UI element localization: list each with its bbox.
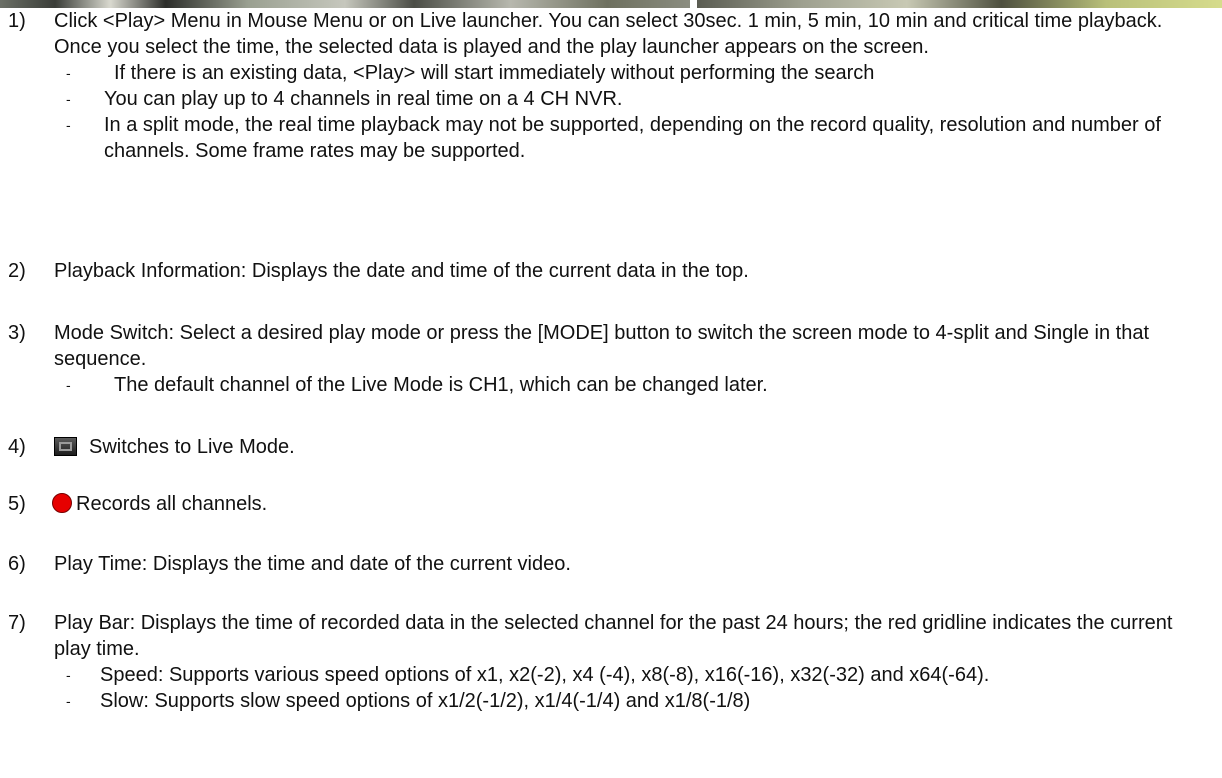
sub-item-text: Slow: Supports slow speed options of x1/…	[100, 690, 751, 712]
list-item-3: 3) Mode Switch: Select a desired play mo…	[8, 320, 1204, 398]
dash-bullet: -	[66, 65, 71, 81]
sub-item: - In a split mode, the real time playbac…	[54, 112, 1204, 164]
sub-item-text: The default channel of the Live Mode is …	[114, 374, 768, 396]
list-item-1: 1) Click <Play> Menu in Mouse Menu or on…	[8, 8, 1204, 164]
item-text: Play Time: Displays the time and date of…	[54, 553, 571, 575]
sub-item-text: You can play up to 4 channels in real ti…	[104, 88, 623, 110]
item-text: Records all channels.	[76, 493, 268, 515]
item-text: Mode Switch: Select a desired play mode …	[54, 322, 1149, 370]
list-item-4: 4) Switches to Live Mode.	[8, 434, 1204, 460]
top-photo-strip	[0, 0, 1222, 8]
sub-item: - The default channel of the Live Mode i…	[54, 372, 1204, 398]
item-number: 4)	[8, 436, 26, 458]
sub-item: - You can play up to 4 channels in real …	[54, 86, 1204, 112]
dash-bullet: -	[66, 91, 71, 107]
live-mode-icon	[54, 437, 77, 456]
item-text: Click <Play> Menu in Mouse Menu or on Li…	[54, 10, 1163, 58]
list-item-6: 6) Play Time: Displays the time and date…	[8, 551, 1204, 577]
sub-item: - Speed: Supports various speed options …	[54, 662, 1204, 688]
list-item-2: 2) Playback Information: Displays the da…	[8, 258, 1204, 284]
item-number: 7)	[8, 612, 26, 634]
item-text: Playback Information: Displays the date …	[54, 260, 749, 282]
item-text: Play Bar: Displays the time of recorded …	[54, 612, 1173, 660]
list-item-7: 7) Play Bar: Displays the time of record…	[8, 610, 1204, 714]
item-number: 1)	[8, 10, 26, 32]
sub-item-text: Speed: Supports various speed options of…	[100, 664, 990, 686]
dash-bullet: -	[66, 117, 71, 133]
list-item-5: 5) Records all channels.	[8, 491, 1202, 517]
item-number: 6)	[8, 553, 26, 575]
sub-item: - Slow: Supports slow speed options of x…	[54, 688, 1204, 714]
sub-item-text: In a split mode, the real time playback …	[104, 114, 1161, 162]
camera-snapshot-image-right	[697, 0, 1222, 8]
dash-bullet: -	[66, 693, 71, 709]
sub-item: - If there is an existing data, <Play> w…	[54, 60, 1204, 86]
dash-bullet: -	[66, 377, 71, 393]
item-number: 5)	[8, 493, 26, 515]
record-icon	[52, 493, 72, 513]
camera-snapshot-image-left	[0, 0, 690, 8]
item-text: Switches to Live Mode.	[89, 436, 295, 458]
sub-item-text: If there is an existing data, <Play> wil…	[114, 62, 875, 84]
item-number: 3)	[8, 322, 26, 344]
dash-bullet: -	[66, 667, 71, 683]
item-number: 2)	[8, 260, 26, 282]
